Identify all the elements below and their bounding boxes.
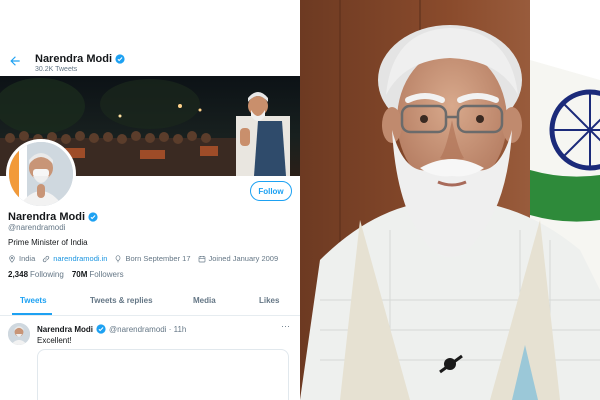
location-text: India bbox=[19, 254, 36, 263]
tab-media[interactable]: Media bbox=[193, 296, 216, 305]
twitter-profile-screenshot: Narendra Modi 30.2K Tweets Follow Narend… bbox=[0, 0, 300, 400]
tweet-text: Excellent! bbox=[37, 336, 72, 345]
birthday-text: Born September 17 bbox=[125, 254, 191, 263]
verified-badge-icon bbox=[115, 54, 125, 64]
profile-header-bar: Narendra Modi 30.2K Tweets bbox=[0, 48, 300, 76]
tweet-handle-time: @narendramodi · 11h bbox=[109, 324, 187, 334]
tweet-author-name[interactable]: Narendra Modi bbox=[37, 325, 93, 334]
location-pin-icon bbox=[9, 254, 15, 263]
profile-name-text: Narendra Modi bbox=[8, 211, 86, 223]
followers-count: 70M bbox=[71, 270, 88, 279]
portrait-photo bbox=[300, 0, 600, 400]
tweet-item[interactable]: Narendra Modi @narendramodi · 11h ··· Ex… bbox=[0, 317, 300, 400]
profile-stats: 2,348 Following 70M Followers bbox=[8, 270, 124, 279]
tweet-media-card[interactable] bbox=[37, 349, 289, 400]
tweet-avatar-image bbox=[8, 323, 30, 345]
following-count: 2,348 bbox=[8, 270, 29, 279]
followers-label: Followers bbox=[89, 270, 124, 279]
profile-avatar[interactable] bbox=[6, 139, 76, 209]
website-item[interactable]: narendramodi.in bbox=[42, 254, 107, 263]
joined-text: Joined January 2009 bbox=[208, 254, 279, 263]
location-item: India bbox=[8, 254, 35, 263]
active-tab-indicator bbox=[12, 313, 52, 315]
header-name-text: Narendra Modi bbox=[35, 53, 113, 65]
calendar-icon bbox=[198, 255, 205, 262]
verified-badge-icon bbox=[96, 324, 106, 334]
profile-handle: @narendramodi bbox=[8, 223, 66, 232]
link-icon bbox=[43, 255, 50, 262]
header-name: Narendra Modi bbox=[35, 53, 125, 65]
birthday-item: Born September 17 bbox=[114, 254, 191, 263]
profile-bio: Prime Minister of India bbox=[8, 238, 88, 247]
following-label: Following bbox=[30, 270, 64, 279]
avatar-image bbox=[9, 142, 73, 206]
tab-tweets[interactable]: Tweets bbox=[20, 296, 47, 305]
tab-tweets-replies[interactable]: Tweets & replies bbox=[90, 296, 153, 305]
verified-badge-icon bbox=[88, 212, 98, 222]
followers-stat[interactable]: 70M Followers bbox=[72, 270, 124, 279]
tweet-header: Narendra Modi @narendramodi · 11h bbox=[37, 324, 186, 334]
follow-button[interactable]: Follow bbox=[250, 181, 292, 201]
tweet-avatar[interactable] bbox=[8, 323, 30, 345]
tweet-count: 30.2K Tweets bbox=[35, 66, 78, 73]
profile-name: Narendra Modi bbox=[8, 211, 98, 223]
balloon-icon bbox=[116, 254, 121, 262]
portrait-image bbox=[300, 0, 600, 400]
arrow-left-icon[interactable] bbox=[8, 54, 22, 68]
more-options-icon[interactable]: ··· bbox=[281, 321, 290, 331]
following-stat[interactable]: 2,348 Following bbox=[8, 270, 64, 279]
website-link[interactable]: narendramodi.in bbox=[53, 254, 107, 263]
profile-meta: India narendramodi.in Born September 17 … bbox=[8, 254, 278, 263]
tab-likes[interactable]: Likes bbox=[259, 296, 279, 305]
profile-tabs: Tweets Tweets & replies Media Likes bbox=[0, 290, 300, 316]
joined-item: Joined January 2009 bbox=[198, 254, 279, 263]
